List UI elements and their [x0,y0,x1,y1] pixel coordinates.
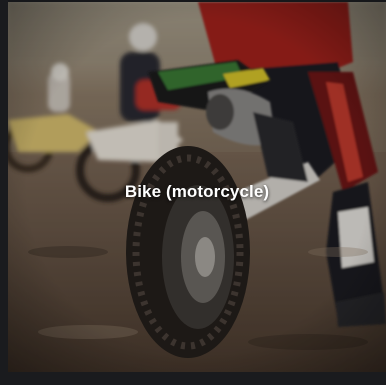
category-tile-bike[interactable]: Bike (motorcycle) [8,2,386,372]
tile-label: Bike (motorcycle) [124,182,270,201]
left-border [0,0,8,385]
bottom-border [0,372,386,385]
image-grid-cell: Bike (motorcycle) [0,0,386,385]
